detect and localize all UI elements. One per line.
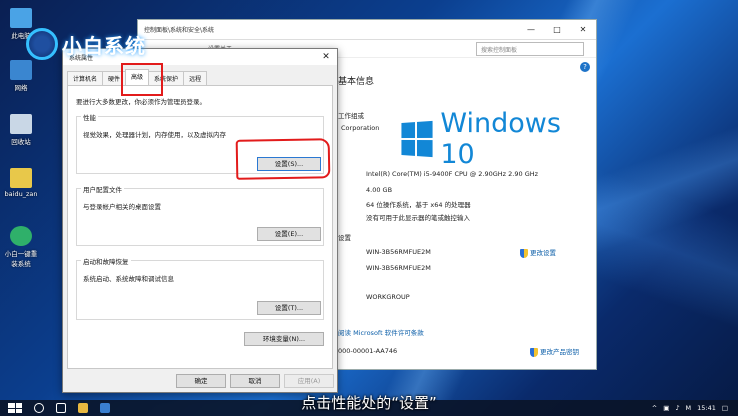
- edition-label: 工作组或: [338, 112, 364, 120]
- environment-variables-button[interactable]: 环境变量(N)...: [244, 332, 324, 346]
- section-heading: 基本信息: [338, 77, 375, 87]
- ok-button[interactable]: 确定: [176, 374, 226, 388]
- desktop-icon-recycle-bin[interactable]: 回收站: [4, 114, 38, 146]
- tab-strip: 计算机名 硬件 高级 系统保护 远程: [67, 69, 208, 85]
- performance-desc: 视觉效果，处理器计划，内存使用，以及虚拟内存: [83, 131, 226, 139]
- desktop-icon-network[interactable]: 网络: [4, 60, 38, 92]
- computer-icon: [10, 8, 32, 28]
- maximize-icon[interactable]: □: [544, 25, 570, 34]
- corporation-text: Corporation: [341, 124, 380, 132]
- full-name-value: WIN-3B56RMFUE2M: [366, 264, 431, 272]
- xiaobai-logo: 小白系统: [26, 28, 146, 60]
- startup-recovery-title: 启动和故障恢复: [81, 256, 131, 266]
- cancel-button[interactable]: 取消: [230, 374, 280, 388]
- annotation-settings-circle: [235, 138, 331, 180]
- help-icon[interactable]: ?: [580, 62, 590, 72]
- license-link[interactable]: 阅读 Microsoft 软件许可条款: [338, 327, 424, 337]
- computer-name-value: WIN-3B56RMFUE2M: [366, 248, 431, 256]
- close-icon[interactable]: ✕: [315, 52, 337, 62]
- user-profiles-group: 用户配置文件 与登录帐户相关的桌面设置 设置(E)...: [76, 184, 324, 246]
- search-input[interactable]: 搜索控制面板: [476, 42, 584, 56]
- advanced-panel: 要进行大多数更改，你必须作为管理员登录。 性能 视觉效果，处理器计划，内存使用，…: [67, 85, 333, 369]
- apply-button[interactable]: 应用(A): [284, 374, 334, 388]
- desktop-icon-xiaobai[interactable]: 小白一键重装系统: [4, 226, 38, 268]
- minimize-icon[interactable]: —: [518, 25, 544, 34]
- uac-shield-icon: [520, 248, 528, 258]
- network-icon: [10, 60, 32, 80]
- settings-section-label: 设置: [338, 234, 351, 242]
- xiaobai-app-icon: [10, 226, 32, 246]
- tab-computer-name[interactable]: 计算机名: [67, 71, 104, 85]
- startup-recovery-desc: 系统启动、系统故障和调试信息: [83, 275, 174, 283]
- performance-title: 性能: [81, 112, 98, 122]
- memory-value: 4.00 GB: [366, 186, 393, 194]
- admin-notice: 要进行大多数更改，你必须作为管理员登录。: [76, 98, 206, 106]
- change-settings-link[interactable]: 更改设置: [520, 247, 556, 258]
- startup-recovery-group: 启动和故障恢复 系统启动、系统故障和调试信息 设置(T)...: [76, 256, 324, 320]
- file-icon: [10, 168, 32, 188]
- video-caption: 点击性能处的“设置”: [301, 394, 437, 412]
- tab-advanced[interactable]: 高级: [125, 69, 150, 85]
- user-profiles-desc: 与登录帐户相关的桌面设置: [83, 203, 161, 211]
- desktop-icon-baidu-zan[interactable]: baidu_zan: [4, 168, 38, 198]
- workgroup-value: WORKGROUP: [366, 293, 410, 301]
- processor-value: Intel(R) Core(TM) i5-9400F CPU @ 2.90GHz…: [366, 170, 539, 178]
- startup-recovery-settings-button[interactable]: 设置(T)...: [257, 301, 321, 315]
- change-key-link[interactable]: 更改产品密钥: [530, 346, 579, 357]
- pen-touch-value: 没有可用于此显示器的笔或触控输入: [366, 214, 470, 222]
- logo-mark-icon: [26, 28, 58, 60]
- product-id-value: 000-00001-AA746: [338, 347, 398, 355]
- tab-remote[interactable]: 远程: [183, 71, 208, 85]
- system-properties-dialog: 系统属性 ✕ 计算机名 硬件 高级 系统保护 远程 要进行大多数更改，你必须作为…: [62, 48, 338, 393]
- uac-shield-icon: [530, 347, 538, 357]
- system-type-value: 64 位操作系统，基于 x64 的处理器: [366, 201, 471, 209]
- windows-10-logo: Windows 10: [400, 108, 596, 170]
- user-profiles-settings-button[interactable]: 设置(E)...: [257, 227, 321, 241]
- close-icon[interactable]: ✕: [570, 25, 596, 34]
- user-profiles-title: 用户配置文件: [81, 184, 124, 194]
- windows-flag-icon: [401, 120, 433, 158]
- window-title: 控制面板\系统和安全\系统: [144, 27, 215, 34]
- recycle-bin-icon: [10, 114, 32, 134]
